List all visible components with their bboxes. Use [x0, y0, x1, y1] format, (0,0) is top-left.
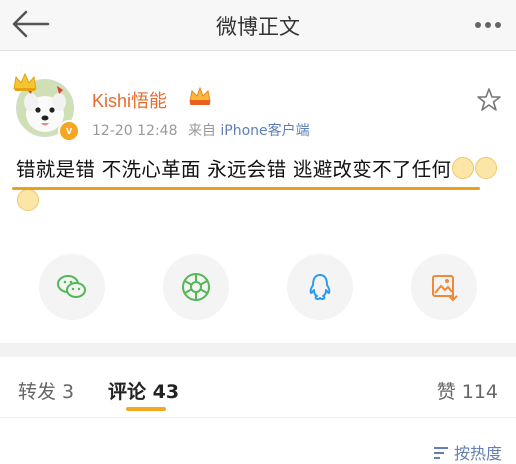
sort-label: 按热度: [453, 444, 502, 463]
tab-repost[interactable]: 转发 3: [18, 377, 74, 404]
member-crown-icon: [189, 86, 211, 105]
sort-by-hot-button[interactable]: 按热度: [432, 440, 502, 464]
qq-icon: [309, 274, 331, 300]
tab-comments[interactable]: 评论 43: [108, 377, 179, 404]
post-content: 错就是错 不洗心革面 永远会错 逃避改变不了任何: [16, 154, 508, 218]
moments-icon: [182, 273, 210, 301]
crown-icon: [13, 72, 37, 91]
sort-icon: [433, 447, 448, 459]
weibo-post: v Kishi悟能 12-20 12:48 来自 iPhone客户端 错就是错 …: [0, 51, 516, 343]
post-text: 错就是错 不洗心革面 永远会错 逃避改变不了任何: [16, 158, 452, 181]
sort-row: 按热度: [0, 418, 516, 463]
active-tab-indicator: [126, 407, 166, 411]
section-separator: [0, 343, 516, 357]
emoji-icon: [475, 157, 498, 179]
share-qq-button[interactable]: [287, 254, 353, 320]
post-source[interactable]: iPhone客户端: [220, 123, 309, 139]
star-icon: [477, 88, 501, 111]
username[interactable]: Kishi悟能: [92, 87, 167, 113]
share-row: [0, 254, 516, 324]
post-time: 12-20 12:48: [92, 123, 178, 139]
highlight-underline: [12, 187, 480, 190]
source-prefix: 来自: [187, 123, 216, 139]
top-bar: 微博正文: [0, 0, 516, 51]
emoji-icon: [17, 189, 39, 211]
wechat-icon: [57, 275, 86, 298]
save-image-icon: [432, 275, 458, 302]
share-moments-button[interactable]: [163, 254, 229, 320]
tab-likes[interactable]: 赞 114: [437, 377, 498, 404]
save-image-button[interactable]: [411, 254, 477, 320]
avatar-wrapper[interactable]: v: [12, 71, 80, 142]
emoji-icon: [452, 157, 475, 179]
page-title: 微博正文: [216, 15, 300, 39]
share-wechat-button[interactable]: [39, 254, 105, 320]
post-tabs: 转发 3 评论 43 赞 114: [0, 357, 516, 418]
favorite-button[interactable]: [476, 87, 502, 113]
more-button[interactable]: [468, 8, 508, 42]
post-meta: 12-20 12:48 来自 iPhone客户端: [92, 120, 310, 140]
more-icon: [475, 22, 501, 28]
verified-badge: v: [58, 120, 80, 142]
